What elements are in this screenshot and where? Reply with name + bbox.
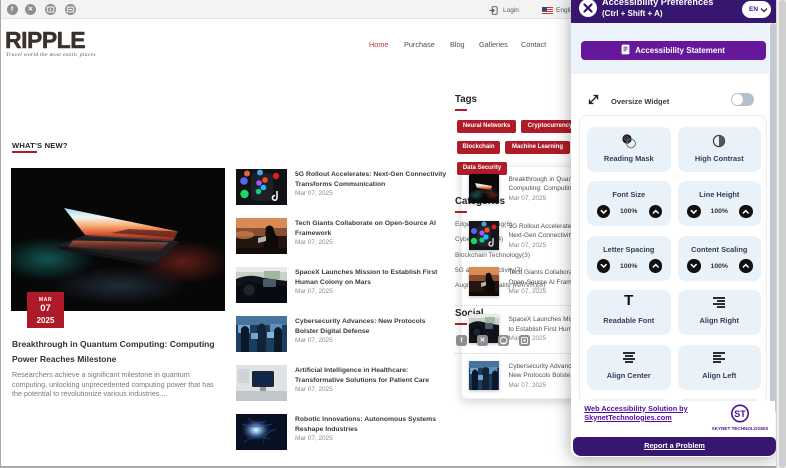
svg-text:ST: ST [734,409,746,419]
svg-text:SKYNET TECHNOLOGIES: SKYNET TECHNOLOGIES [712,426,769,431]
